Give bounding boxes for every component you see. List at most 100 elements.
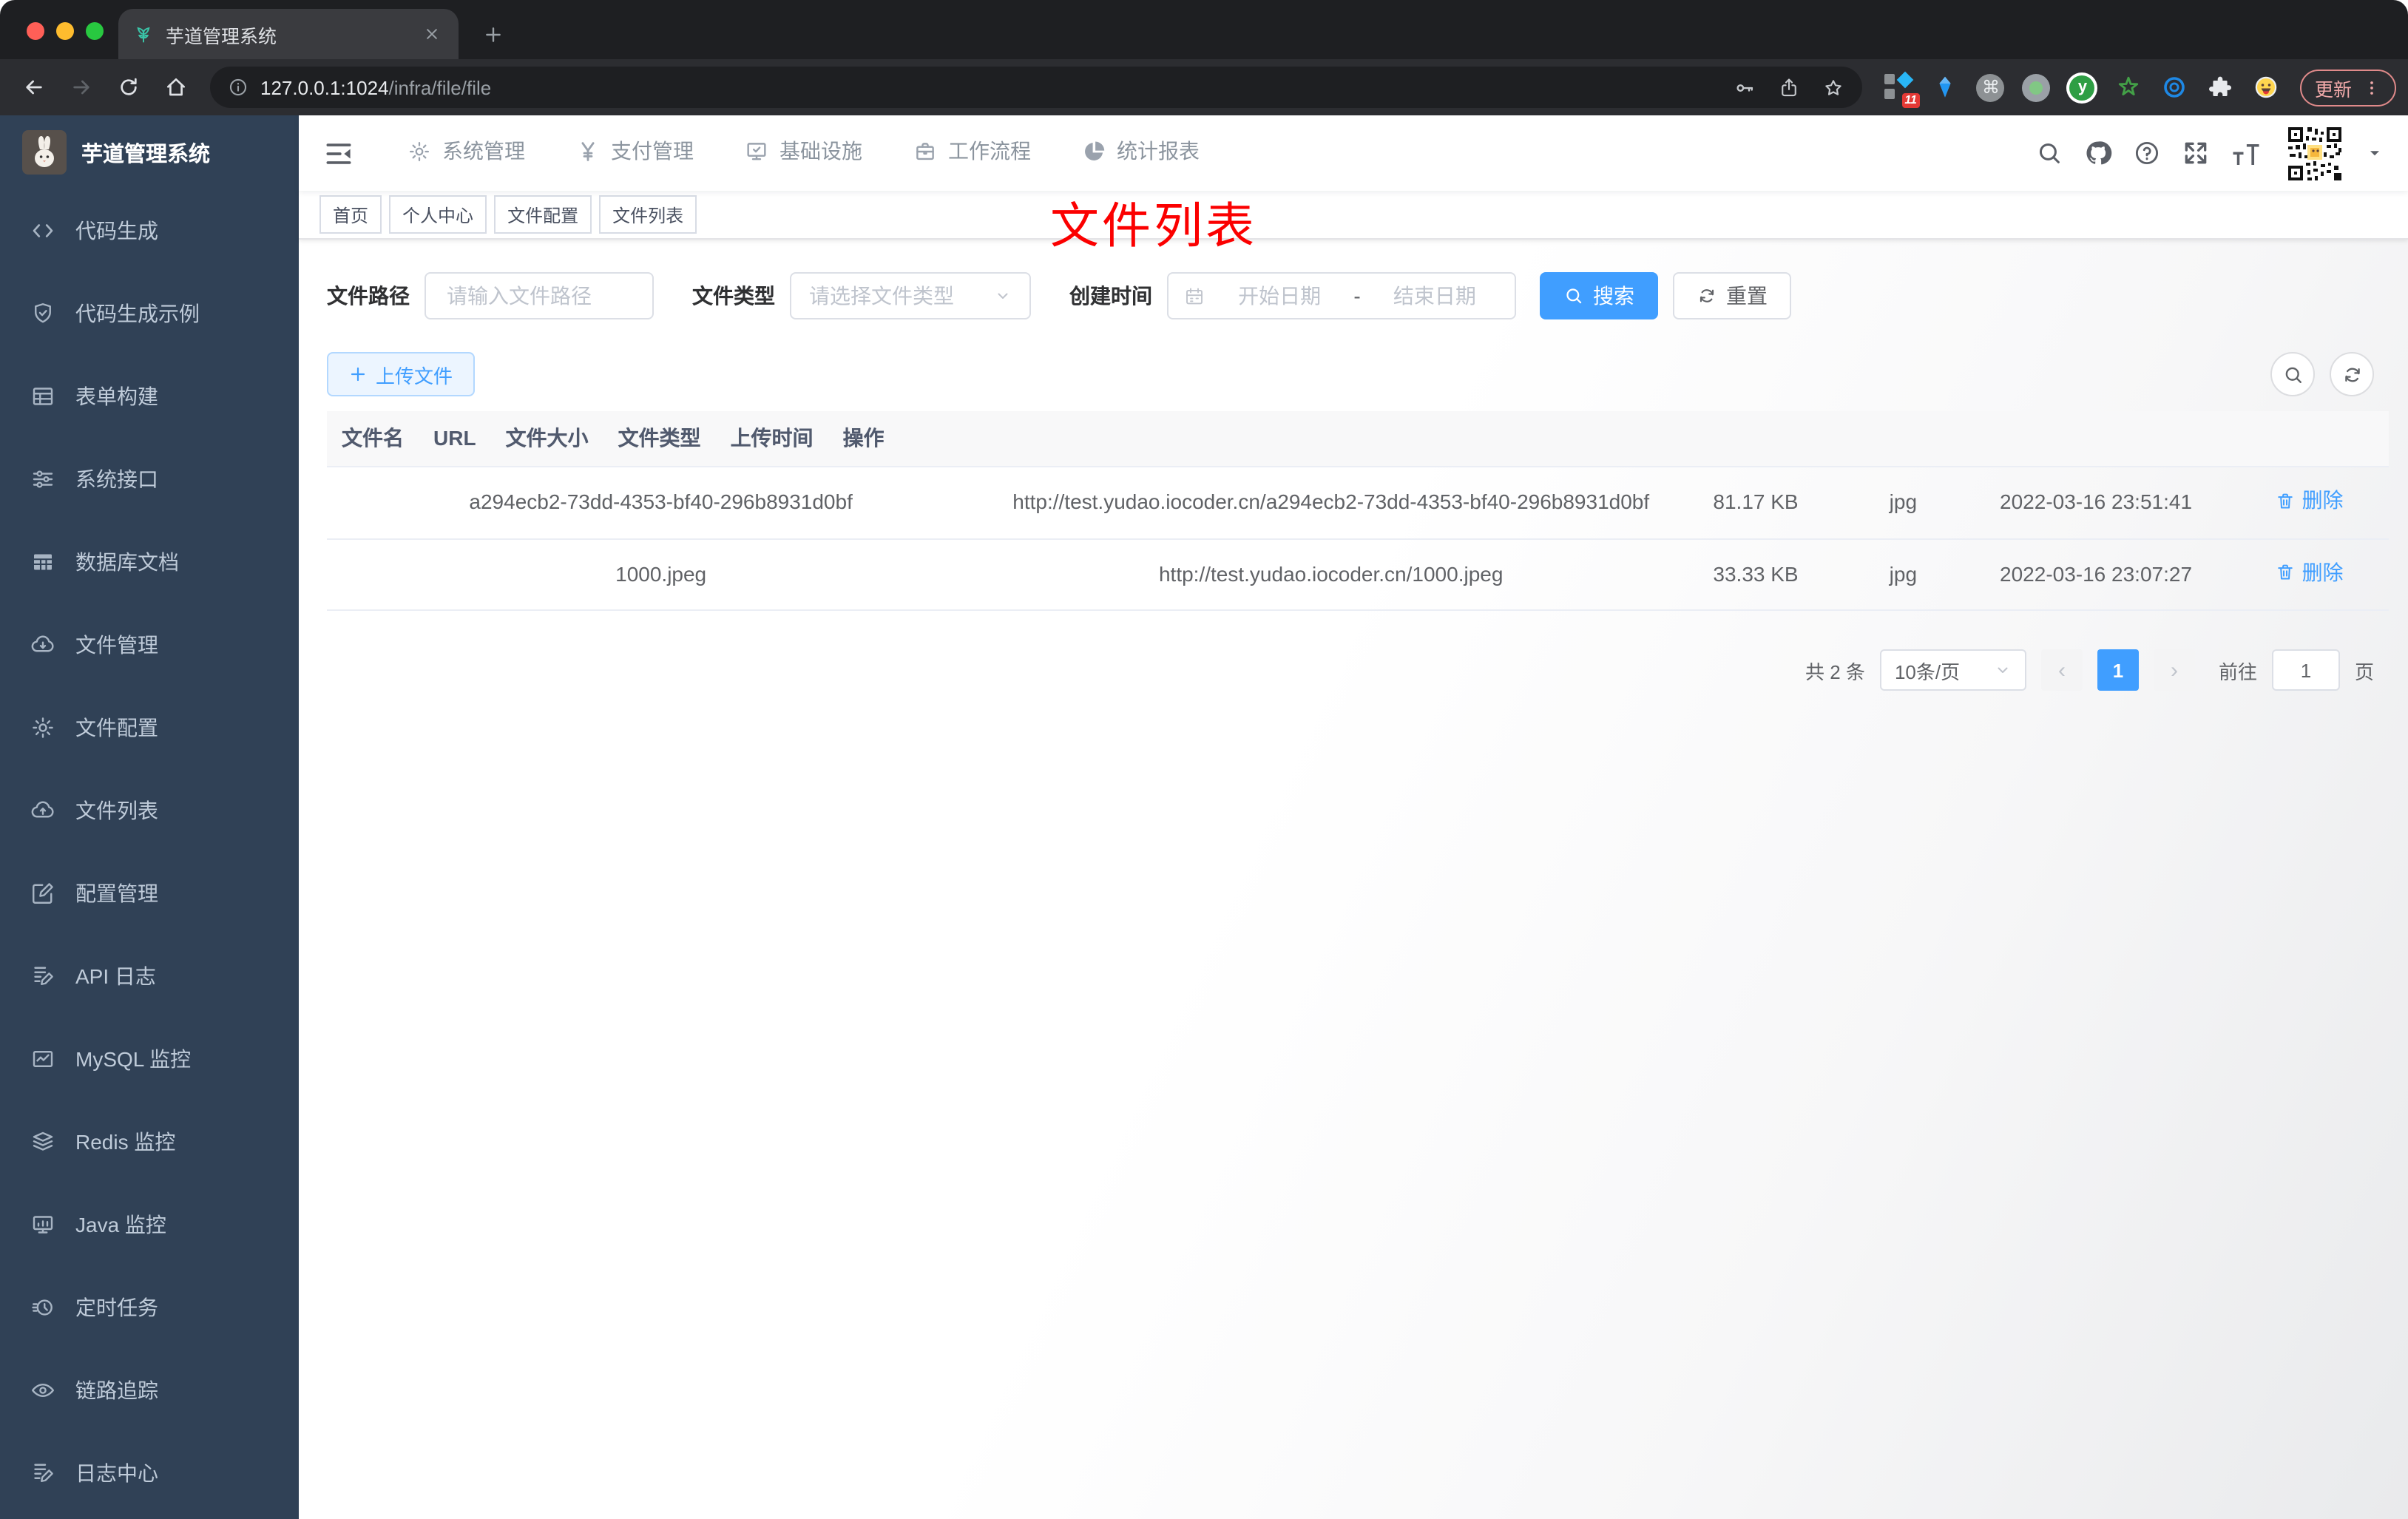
top-menu-item[interactable]: 基础设施	[728, 115, 879, 191]
sidebar-item-label: 表单构建	[75, 385, 158, 408]
sidebar-item[interactable]: 定时任务	[0, 1266, 299, 1349]
tags-view-bar: 首页 个人中心 文件配置 文件列表	[299, 191, 2408, 240]
tag-item[interactable]: 文件配置	[494, 195, 592, 234]
window-zoom-button[interactable]	[86, 22, 104, 40]
github-icon[interactable]	[2084, 139, 2112, 167]
back-button[interactable]	[12, 65, 56, 109]
extension-grid-diamond-icon[interactable]: 11	[1883, 71, 1920, 108]
extension-y-circle-icon[interactable]: y	[2066, 71, 2099, 104]
plant-favicon-icon	[133, 24, 154, 44]
share-icon[interactable]	[1778, 76, 1800, 98]
sidebar-item[interactable]: Redis 监控	[0, 1100, 299, 1183]
window-minimize-button[interactable]	[56, 22, 74, 40]
sidebar-collapse-icon[interactable]	[322, 137, 355, 169]
extension-gem-icon[interactable]	[1929, 71, 1961, 104]
sidebar-item[interactable]: 表单构建	[0, 355, 299, 438]
new-tab-button[interactable]	[473, 15, 512, 53]
sidebar-item[interactable]: 代码生成	[0, 189, 299, 272]
sidebar-item-label: 代码生成	[75, 219, 158, 243]
dbtable-icon	[30, 549, 56, 575]
sidebar-item[interactable]: MySQL 监控	[0, 1018, 299, 1100]
chevron-down-icon	[1994, 661, 2012, 679]
file-type-select[interactable]: 请选择文件类型	[790, 272, 1031, 319]
tab-close-icon[interactable]	[420, 22, 444, 46]
sidebar-item[interactable]: 数据库文档	[0, 521, 299, 603]
actions-cell: 删除	[2230, 484, 2389, 521]
password-key-icon[interactable]	[1734, 76, 1756, 98]
page-size-select[interactable]: 10条/页	[1879, 649, 2026, 691]
browser-menu-icon[interactable]	[2362, 78, 2381, 97]
sidebar-item[interactable]: 系统接口	[0, 438, 299, 521]
search-button[interactable]: 搜索	[1540, 272, 1658, 319]
font-size-icon[interactable]	[2231, 139, 2259, 167]
sidebar-item-label: 链路追踪	[75, 1378, 158, 1402]
site-info-icon[interactable]	[228, 77, 248, 98]
table-header-cell: 文件大小	[505, 426, 589, 450]
top-menu-item[interactable]: 工作流程	[896, 115, 1047, 191]
logo-avatar	[22, 130, 67, 175]
sidebar-item[interactable]: 链路追踪	[0, 1349, 299, 1432]
goto-page-input[interactable]	[2273, 651, 2338, 689]
extensions-puzzle-icon[interactable]	[2204, 71, 2236, 104]
sidebar-item[interactable]: 文件列表	[0, 769, 299, 852]
table-header-cell: 上传时间	[730, 426, 814, 450]
top-menu-item[interactable]: 支付管理	[559, 115, 710, 191]
user-avatar[interactable]	[2285, 124, 2344, 183]
toggle-search-button[interactable]	[2270, 352, 2315, 396]
avatar-caret-down-icon[interactable]	[2365, 143, 2384, 163]
sidebar-item[interactable]: 配置管理	[0, 852, 299, 935]
address-bar[interactable]: 127.0.0.1:1024/infra/file/file	[210, 67, 1862, 108]
sidebar-item-label: 日志中心	[75, 1461, 158, 1485]
browser-update-button[interactable]: 更新	[2299, 69, 2396, 106]
yen-icon	[575, 138, 601, 163]
sidebar-item[interactable]: 日志中心	[0, 1432, 299, 1515]
page-content: 文件路径 文件类型 请选择文件类型 创建时间 开始日期 - 结束日期	[299, 240, 2408, 1519]
delete-button[interactable]: 删除	[2276, 484, 2344, 518]
bookmark-star-icon[interactable]	[1822, 76, 1844, 98]
next-page-button[interactable]: ›	[2153, 649, 2195, 691]
browser-tab[interactable]: 芋道管理系统	[118, 9, 459, 59]
sidebar-item[interactable]: Java 监控	[0, 1183, 299, 1266]
home-button[interactable]	[154, 65, 198, 109]
plus-icon	[349, 365, 367, 383]
forward-button[interactable]	[59, 65, 104, 109]
fullscreen-icon[interactable]	[2182, 139, 2210, 167]
help-icon[interactable]	[2133, 139, 2161, 167]
sidebar-item[interactable]: 文件管理	[0, 603, 299, 686]
refresh-table-button[interactable]	[2330, 352, 2374, 396]
sidebar-logo[interactable]: 芋道管理系统	[0, 115, 299, 189]
top-menu-item[interactable]: 系统管理	[390, 115, 541, 191]
sidebar-item-label: 系统接口	[75, 467, 158, 491]
file-type-placeholder: 请选择文件类型	[809, 284, 954, 308]
reload-button[interactable]	[106, 65, 151, 109]
extension-blue-ring-icon[interactable]	[2158, 71, 2191, 104]
sidebar-item[interactable]: 代码生成示例	[0, 272, 299, 355]
date-range-picker[interactable]: 开始日期 - 结束日期	[1167, 272, 1516, 319]
reset-button[interactable]: 重置	[1673, 272, 1791, 319]
extension-command-icon[interactable]: ⌘	[1975, 71, 2007, 104]
tag-item[interactable]: 个人中心	[389, 195, 487, 234]
top-menu-item[interactable]: 统计报表	[1065, 115, 1216, 191]
extension-dot-circle-icon[interactable]	[2020, 71, 2053, 104]
file-path-input[interactable]	[444, 283, 635, 309]
trash-icon	[2276, 562, 2296, 583]
prev-page-button[interactable]: ‹	[2040, 649, 2083, 691]
tag-item[interactable]: 首页	[319, 195, 382, 234]
profile-avatar-icon[interactable]	[2250, 71, 2282, 104]
sidebar-item[interactable]: 文件配置	[0, 686, 299, 769]
sidebar-item-label: Redis 监控	[75, 1130, 176, 1154]
header-search-icon[interactable]	[2035, 139, 2063, 167]
window-close-button[interactable]	[27, 22, 44, 40]
extension-green-star-icon[interactable]	[2112, 71, 2145, 104]
navbar-actions	[2035, 124, 2384, 183]
sidebar-item-label: API 日志	[75, 964, 156, 988]
tag-label: 文件列表	[612, 205, 684, 226]
tag-item[interactable]: 文件列表	[599, 195, 697, 234]
monitor-check-icon	[744, 138, 769, 163]
filter-form: 文件路径 文件类型 请选择文件类型 创建时间 开始日期 - 结束日期	[327, 272, 2389, 319]
upload-file-button[interactable]: 上传文件	[327, 352, 476, 396]
sidebar-item[interactable]: API 日志	[0, 935, 299, 1018]
page-number-button[interactable]: 1	[2097, 649, 2139, 691]
cloud-up-icon	[30, 797, 56, 824]
delete-button[interactable]: 删除	[2276, 555, 2344, 589]
